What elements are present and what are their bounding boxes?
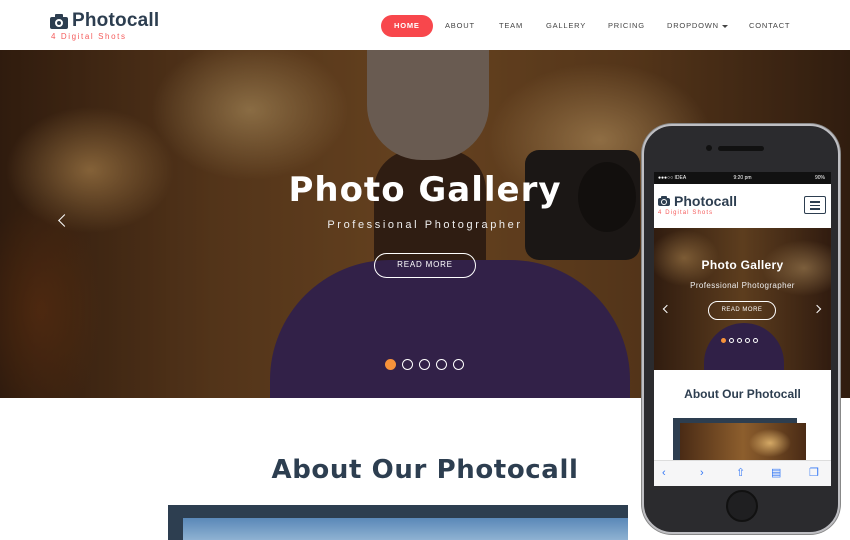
mobile-logo-tagline: 4 Digital Shots [658, 210, 714, 216]
mobile-logo[interactable]: Photocall 4 Digital Shots [658, 192, 737, 216]
slider-dot[interactable] [453, 359, 464, 370]
site-header: Photocall 4 Digital Shots HOME ABOUT TEA… [0, 0, 850, 50]
status-time: 9:20 pm [733, 175, 752, 181]
slider-dot[interactable] [753, 338, 758, 343]
slider-dot[interactable] [721, 338, 726, 343]
nav-item-team[interactable]: TEAM [499, 15, 523, 37]
logo[interactable]: Photocall 4 Digital Shots [50, 10, 159, 41]
slider-dots [385, 359, 470, 370]
status-battery: 90% [814, 175, 825, 181]
bookmarks-icon[interactable]: ▤ [771, 465, 781, 481]
mobile-hero-subtitle: Professional Photographer [690, 281, 795, 290]
forward-icon[interactable]: › [700, 465, 704, 481]
phone-camera [706, 145, 712, 151]
nav-item-home[interactable]: HOME [381, 15, 433, 37]
phone-screen: ●●●○○ IDEA 9:20 pm 90% Photocall 4 Digit… [654, 172, 831, 486]
nav-item-dropdown[interactable]: DROPDOWN [667, 15, 728, 37]
camera-icon [658, 195, 670, 206]
mobile-hero: Photo Gallery Professional Photographer … [654, 228, 831, 370]
about-image [183, 518, 628, 540]
slider-dot[interactable] [385, 359, 396, 370]
slider-dot[interactable] [402, 359, 413, 370]
slider-dot[interactable] [737, 338, 742, 343]
mobile-logo-name: Photocall [674, 192, 738, 209]
nav-item-contact[interactable]: CONTACT [749, 15, 790, 37]
browser-toolbar: ‹ › ⇧ ▤ ❐ [654, 460, 831, 486]
nav-item-about[interactable]: ABOUT [445, 15, 475, 37]
nav-item-pricing[interactable]: PRICING [608, 15, 645, 37]
nav-item-gallery[interactable]: GALLERY [546, 15, 586, 37]
slider-dot[interactable] [436, 359, 447, 370]
hamburger-menu-icon[interactable] [804, 196, 826, 214]
mobile-slider-dots [721, 338, 761, 343]
status-bar: ●●●○○ IDEA 9:20 pm 90% [654, 172, 831, 184]
share-icon[interactable]: ⇧ [736, 465, 745, 481]
phone-speaker [718, 146, 764, 151]
camera-icon [50, 13, 68, 29]
logo-name: Photocall [72, 10, 160, 31]
caret-down-icon [721, 24, 728, 28]
logo-tagline: 4 Digital Shots [51, 32, 127, 41]
mobile-read-more-button[interactable]: READ MORE [708, 301, 776, 320]
phone-home-button[interactable] [726, 490, 758, 522]
read-more-button[interactable]: READ MORE [374, 253, 476, 278]
nav-item-dropdown-label: DROPDOWN [667, 21, 719, 30]
mobile-header: Photocall 4 Digital Shots [654, 184, 831, 228]
phone-mockup: ●●●○○ IDEA 9:20 pm 90% Photocall 4 Digit… [642, 124, 840, 534]
mobile-hero-overlay [654, 228, 831, 370]
slider-dot[interactable] [745, 338, 750, 343]
slider-dot[interactable] [729, 338, 734, 343]
mobile-hero-title: Photo Gallery [701, 258, 784, 272]
mobile-about-title: About Our Photocall [684, 387, 801, 401]
tabs-icon[interactable]: ❐ [809, 465, 819, 481]
back-icon[interactable]: ‹ [662, 465, 666, 481]
slider-dot[interactable] [419, 359, 430, 370]
